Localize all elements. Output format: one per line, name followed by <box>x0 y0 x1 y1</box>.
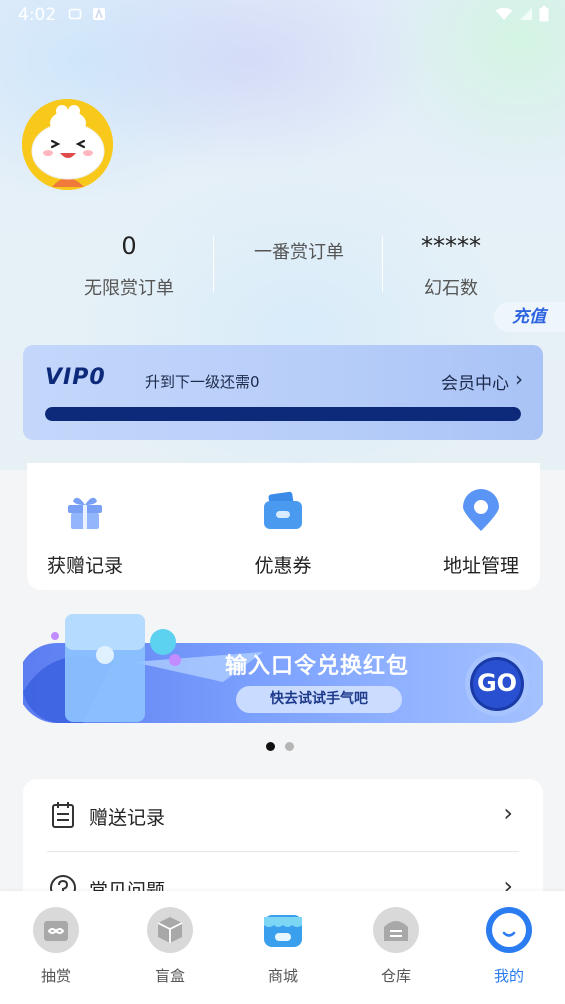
wallet-icon <box>264 491 302 529</box>
tab-blind-box[interactable]: 盲盒 <box>130 907 210 986</box>
status-bar: 4:02 <box>0 0 565 32</box>
go-button[interactable]: GO <box>464 651 530 717</box>
stat-label: 一番赏订单 <box>254 242 344 263</box>
status-system-icons <box>495 6 549 22</box>
tab-label: 仓库 <box>380 967 411 985</box>
stat-infinite-orders[interactable]: 0 无限赏订单 <box>44 228 214 300</box>
recharge-button[interactable]: 充值 <box>494 302 565 332</box>
avatar[interactable] <box>22 99 113 190</box>
stat-value: ***** <box>421 232 481 260</box>
status-notification-icons <box>68 7 106 21</box>
vip-level: VIP0 <box>45 365 106 390</box>
tab-label: 抽赏 <box>40 967 71 985</box>
tab-mine[interactable]: 我的 <box>469 907 549 986</box>
tab-label: 盲盒 <box>154 967 185 985</box>
infinity-box-icon <box>33 907 79 953</box>
gift-icon <box>68 497 102 529</box>
carousel-indicator <box>266 742 294 751</box>
quick-action-address[interactable]: 地址管理 <box>411 489 551 578</box>
tab-label: 我的 <box>493 967 524 985</box>
tab-warehouse[interactable]: 仓库 <box>356 907 436 986</box>
notification-box-icon <box>68 8 82 20</box>
quick-action-gift-records[interactable]: 获赠记录 <box>15 489 155 578</box>
chevron-right-icon: › <box>503 799 513 827</box>
quick-action-coupons[interactable]: 优惠券 <box>213 489 353 578</box>
quick-action-label: 地址管理 <box>442 555 519 577</box>
stats-row: 0 无限赏订单 一番赏订单 ***** 幻石数 <box>0 228 565 308</box>
quick-action-label: 优惠券 <box>254 555 312 577</box>
chevron-right-icon: › <box>515 367 523 391</box>
tab-label: 商城 <box>267 967 298 985</box>
quick-actions-card: 获赠记录 优惠券 地址管理 <box>27 463 540 590</box>
banner-title: 输入口令兑换红包 <box>225 654 410 679</box>
stat-ichiban-orders[interactable]: 一番赏订单 <box>214 228 384 264</box>
stat-crystal-count[interactable]: ***** 幻石数 <box>366 228 536 300</box>
go-label: GO <box>476 669 518 697</box>
member-center-link[interactable]: 会员中心 <box>441 369 509 394</box>
wifi-icon <box>495 7 513 20</box>
cube-icon <box>147 907 193 953</box>
tab-draw[interactable]: 抽赏 <box>16 907 96 986</box>
stat-label: 无限赏订单 <box>84 278 174 299</box>
carousel-dot-active[interactable] <box>266 742 275 751</box>
carousel-dot[interactable] <box>285 742 294 751</box>
redeem-code-banner[interactable]: 输入口令兑换红包 快去试试手气吧 GO <box>23 612 543 724</box>
battery-icon <box>539 6 549 22</box>
store-icon <box>264 915 302 947</box>
menu-item-label: 赠送记录 <box>89 807 166 829</box>
vip-progress-bar <box>45 407 521 421</box>
tab-mall[interactable]: 商城 <box>243 907 323 986</box>
vip-card[interactable]: VIP0 升到下一级还需0 会员中心 › <box>23 345 543 440</box>
smile-face-icon <box>486 907 532 953</box>
vip-progress-fill <box>45 407 521 421</box>
quick-action-label: 获赠记录 <box>46 555 123 577</box>
bottom-tab-bar: 抽赏 盲盒 商城 仓库 我的 <box>0 891 565 1004</box>
stat-label: 幻石数 <box>424 278 478 299</box>
vip-next-level-text: 升到下一级还需0 <box>145 373 260 391</box>
signal-icon <box>520 8 532 20</box>
status-time: 4:02 <box>18 5 57 25</box>
warehouse-icon <box>373 907 419 953</box>
stat-value: 0 <box>121 232 137 260</box>
banner-try-button[interactable]: 快去试试手气吧 <box>236 686 402 713</box>
notification-a-icon <box>93 7 105 20</box>
calendar-list-icon <box>52 802 74 828</box>
location-pin-icon <box>463 489 499 531</box>
avatar-mascot-image <box>22 99 113 190</box>
menu-item-gift-send-records[interactable]: 赠送记录 › <box>23 779 543 852</box>
